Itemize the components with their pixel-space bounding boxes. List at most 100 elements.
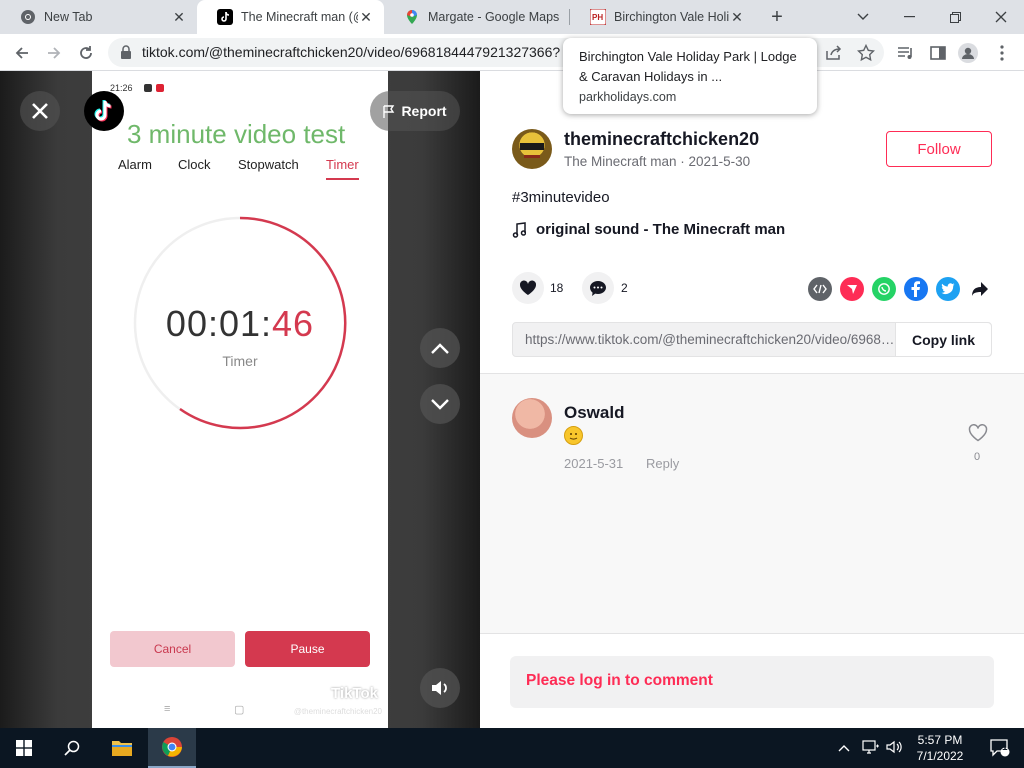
back-button[interactable] [8, 39, 36, 67]
comment-footer: Please log in to comment [480, 633, 1024, 728]
embed-icon[interactable] [808, 277, 832, 301]
login-to-comment[interactable]: Please log in to comment [510, 656, 994, 708]
sound-link[interactable]: original sound - The Minecraft man [512, 221, 785, 238]
phone-status-time: 21:26 [110, 83, 133, 93]
share-arrow-icon[interactable] [968, 277, 992, 301]
avatar[interactable] [512, 398, 552, 438]
file-explorer-button[interactable] [98, 728, 146, 768]
author-avatar[interactable] [512, 129, 552, 169]
whatsapp-icon[interactable] [872, 277, 896, 301]
volume-icon[interactable] [886, 740, 904, 757]
google-maps-favicon [404, 9, 420, 25]
taskbar-clock[interactable]: 5:57 PM 7/1/2022 [908, 732, 972, 764]
url-text: tiktok.com/@theminecraftchicken20/video/… [142, 44, 561, 60]
tiktok-favicon [217, 9, 233, 25]
send-to-friends-icon[interactable] [840, 277, 864, 301]
tiktok-icon [94, 99, 112, 122]
comment-date: 2021-5-31 [564, 456, 624, 471]
minimize-button[interactable] [886, 0, 932, 34]
profile-avatar-icon[interactable] [958, 43, 978, 63]
side-panel-icon[interactable] [928, 43, 948, 63]
chrome-icon [162, 737, 182, 757]
share-page-icon[interactable] [824, 43, 844, 63]
chevron-up-icon [431, 342, 449, 354]
report-button[interactable]: Report [370, 91, 460, 131]
network-icon[interactable] [862, 740, 880, 757]
comment-author[interactable]: Oswald [564, 403, 624, 423]
new-tab-button[interactable]: + [766, 6, 788, 28]
video-cancel-button: Cancel [110, 631, 235, 667]
tab-strip: New Tab ✕ The Minecraft man (@themine ✕ … [0, 0, 1024, 34]
close-tab-icon[interactable]: ✕ [171, 9, 187, 25]
report-label: Report [401, 103, 447, 119]
windows-taskbar: 5:57 PM 7/1/2022 1 [0, 728, 1024, 768]
forward-button[interactable] [40, 39, 68, 67]
bookmark-star-icon[interactable] [856, 43, 876, 63]
comment-icon [590, 280, 606, 296]
watermark-username: @theminecraftchicken20 [293, 707, 382, 716]
windows-logo-icon [16, 740, 32, 756]
video-pause-button: Pause [245, 631, 370, 667]
login-prompt[interactable]: Please log in to comment [526, 672, 713, 690]
close-icon [32, 103, 48, 119]
folder-icon [112, 741, 132, 756]
show-hidden-icons-button[interactable] [838, 740, 850, 755]
copy-link-button[interactable]: Copy link [895, 323, 991, 356]
comment-button[interactable] [582, 272, 614, 304]
video-frame: 21:26 ▲ ≋ ▮▮ ⚡ 3 minute video test Alarm… [92, 71, 388, 728]
phone-status-bar: 21:26 ▲ ≋ ▮▮ ⚡ [92, 81, 388, 97]
clock-tab-stopwatch: Stopwatch [238, 157, 299, 172]
author-meta: The Minecraft man · 2021-5-30 [564, 154, 751, 169]
reload-button[interactable] [72, 39, 100, 67]
media-control-icon[interactable] [896, 43, 916, 63]
close-tab-icon[interactable]: ✕ [729, 9, 745, 25]
tab-title: Birchington Vale Holiday [614, 10, 729, 24]
comment-reply-button[interactable]: Reply [646, 456, 679, 471]
timer-label: Timer [222, 353, 258, 369]
comment-count: 2 [621, 281, 628, 295]
tiktok-logo[interactable] [84, 91, 124, 131]
close-window-button[interactable] [978, 0, 1024, 34]
tab-new-tab[interactable]: New Tab ✕ [0, 0, 197, 34]
flag-icon [383, 104, 395, 118]
video-player[interactable]: 21:26 ▲ ≋ ▮▮ ⚡ 3 minute video test Alarm… [0, 71, 480, 728]
restore-button[interactable] [932, 0, 978, 34]
clock-tab-timer: Timer [326, 157, 359, 180]
chrome-menu-icon[interactable] [992, 43, 1012, 63]
volume-icon [432, 681, 447, 695]
facebook-icon[interactable] [904, 277, 928, 301]
tab-tiktok[interactable]: The Minecraft man (@themine ✕ [197, 0, 384, 34]
comment-like-count: 0 [974, 451, 981, 463]
chevron-down-icon [431, 398, 449, 410]
previous-video-button[interactable] [420, 328, 460, 368]
close-tab-icon[interactable]: ✕ [358, 9, 374, 25]
volume-button[interactable] [420, 668, 460, 708]
twitter-icon[interactable] [936, 277, 960, 301]
next-video-button[interactable] [420, 384, 460, 424]
tiktok-watermark: TikTok [331, 685, 378, 702]
browser-toolbar: tiktok.com/@theminecraftchicken20/video/… [0, 34, 1024, 71]
like-button[interactable] [512, 272, 544, 304]
follow-button[interactable]: Follow [886, 131, 992, 167]
chrome-icon [20, 9, 36, 25]
comment-like-heart-icon[interactable] [968, 424, 990, 444]
chrome-taskbar-button[interactable] [148, 728, 196, 768]
close-video-button[interactable] [20, 91, 60, 131]
lock-icon[interactable] [120, 45, 132, 64]
tab-hover-tooltip: Birchington Vale Holiday Park | Lodge & … [563, 38, 817, 114]
windows-start-button[interactable] [0, 728, 48, 768]
smiling-face-emoji-icon [564, 426, 583, 445]
share-link-url[interactable]: https://www.tiktok.com/@theminecraftchic… [525, 332, 897, 347]
comments-list: Oswald 2021-5-31 Reply 0 [480, 373, 1024, 633]
timer-display: 00:01:46 [92, 303, 388, 345]
tab-google-maps[interactable]: Margate - Google Maps [384, 0, 569, 34]
taskbar-search-button[interactable] [48, 728, 96, 768]
sound-title: original sound - The Minecraft man [536, 221, 786, 238]
tab-search-icon[interactable] [840, 0, 886, 34]
tab-park-holidays[interactable]: PH Birchington Vale Holiday ✕ [570, 0, 755, 34]
clock-date: 7/1/2022 [916, 749, 964, 763]
author-username[interactable]: theminecraftchicken20 [564, 129, 759, 150]
notifications-button[interactable]: 1 [976, 728, 1024, 768]
tooltip-url: parkholidays.com [579, 90, 677, 104]
hashtag-link[interactable]: #3minutevideo [512, 189, 610, 206]
